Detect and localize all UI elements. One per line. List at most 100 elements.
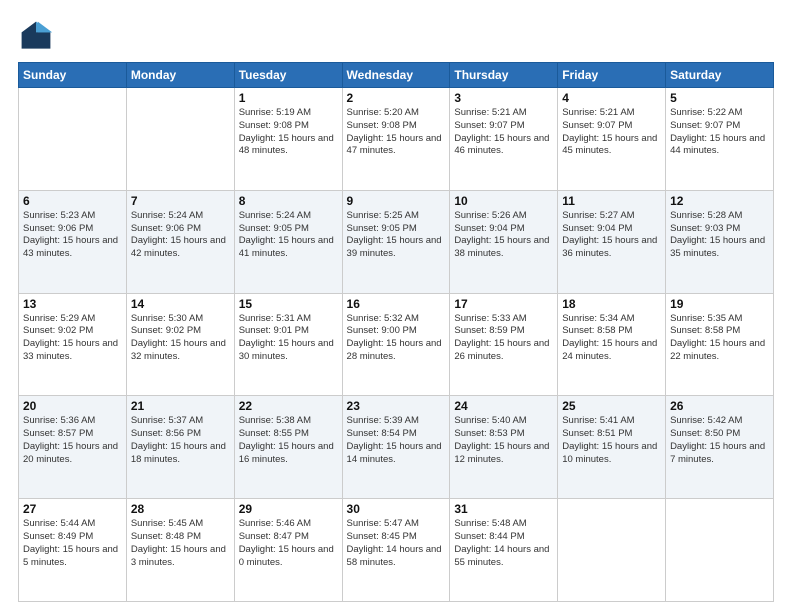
day-number: 22 bbox=[239, 399, 338, 413]
day-number: 18 bbox=[562, 297, 661, 311]
calendar-cell: 11Sunrise: 5:27 AM Sunset: 9:04 PM Dayli… bbox=[558, 190, 666, 293]
day-info: Sunrise: 5:44 AM Sunset: 8:49 PM Dayligh… bbox=[23, 518, 122, 569]
calendar-cell: 31 Sunrise: 5:48 AM Sunset: 8:44 PM Dayli… bbox=[450, 499, 558, 602]
calendar-header-row: SundayMondayTuesdayWednesdayThursdayFrid… bbox=[19, 63, 774, 88]
day-number: 15 bbox=[239, 297, 338, 311]
logo bbox=[18, 18, 58, 54]
day-info: Sunrise: 5:46 AM Sunset: 8:47 PM Dayligh… bbox=[239, 518, 338, 569]
week-row-3: 13 Sunrise: 5:29 AM Sunset: 9:02 PM Dayli… bbox=[19, 293, 774, 396]
day-number: 27 bbox=[23, 502, 122, 516]
day-info: Sunrise: 5:24 AM Sunset: 9:06 PM Dayligh… bbox=[131, 210, 230, 261]
calendar-cell: 3 Sunrise: 5:21 AM Sunset: 9:07 PM Daylig… bbox=[450, 88, 558, 191]
day-number: 3 bbox=[454, 91, 553, 105]
calendar-header-monday: Monday bbox=[126, 63, 234, 88]
day-info: Sunrise: 5:42 AM Sunset: 8:50 PM Dayligh… bbox=[670, 415, 769, 466]
calendar-cell: 8 Sunrise: 5:24 AM Sunset: 9:05 PM Daylig… bbox=[234, 190, 342, 293]
calendar-cell: 16 Sunrise: 5:32 AM Sunset: 9:00 PM Dayli… bbox=[342, 293, 450, 396]
day-number: 19 bbox=[670, 297, 769, 311]
day-number: 26 bbox=[670, 399, 769, 413]
calendar-header-wednesday: Wednesday bbox=[342, 63, 450, 88]
day-info: Sunrise: 5:40 AM Sunset: 8:53 PM Dayligh… bbox=[454, 415, 553, 466]
calendar-cell: 4 Sunrise: 5:21 AM Sunset: 9:07 PM Daylig… bbox=[558, 88, 666, 191]
day-info: Sunrise: 5:24 AM Sunset: 9:05 PM Dayligh… bbox=[239, 210, 338, 261]
day-info: Sunrise: 5:33 AM Sunset: 8:59 PM Dayligh… bbox=[454, 313, 553, 364]
day-number: 21 bbox=[131, 399, 230, 413]
calendar-cell: 27 Sunrise: 5:44 AM Sunset: 8:49 PM Dayli… bbox=[19, 499, 127, 602]
calendar-header-tuesday: Tuesday bbox=[234, 63, 342, 88]
day-info: Sunrise: 5:37 AM Sunset: 8:56 PM Dayligh… bbox=[131, 415, 230, 466]
calendar-cell: 23Sunrise: 5:39 AM Sunset: 8:54 PM Dayli… bbox=[342, 396, 450, 499]
day-number: 4 bbox=[562, 91, 661, 105]
day-number: 8 bbox=[239, 194, 338, 208]
day-info: Sunrise: 5:34 AM Sunset: 8:58 PM Dayligh… bbox=[562, 313, 661, 364]
calendar-cell: 10 Sunrise: 5:26 AM Sunset: 9:04 PM Dayli… bbox=[450, 190, 558, 293]
day-info: Sunrise: 5:38 AM Sunset: 8:55 PM Dayligh… bbox=[239, 415, 338, 466]
day-info: Sunrise: 5:29 AM Sunset: 9:02 PM Dayligh… bbox=[23, 313, 122, 364]
calendar-cell: 29 Sunrise: 5:46 AM Sunset: 8:47 PM Dayli… bbox=[234, 499, 342, 602]
calendar-cell: 24 Sunrise: 5:40 AM Sunset: 8:53 PM Dayli… bbox=[450, 396, 558, 499]
day-number: 13 bbox=[23, 297, 122, 311]
day-number: 31 bbox=[454, 502, 553, 516]
calendar-cell: 21 Sunrise: 5:37 AM Sunset: 8:56 PM Dayli… bbox=[126, 396, 234, 499]
day-info: Sunrise: 5:35 AM Sunset: 8:58 PM Dayligh… bbox=[670, 313, 769, 364]
calendar-cell: 1 Sunrise: 5:19 AM Sunset: 9:08 PM Daylig… bbox=[234, 88, 342, 191]
day-info: Sunrise: 5:21 AM Sunset: 9:07 PM Dayligh… bbox=[454, 107, 553, 158]
calendar-header-saturday: Saturday bbox=[666, 63, 774, 88]
day-info: Sunrise: 5:30 AM Sunset: 9:02 PM Dayligh… bbox=[131, 313, 230, 364]
calendar-header-friday: Friday bbox=[558, 63, 666, 88]
calendar-header-thursday: Thursday bbox=[450, 63, 558, 88]
day-info: Sunrise: 5:39 AM Sunset: 8:54 PM Dayligh… bbox=[347, 415, 446, 466]
calendar-cell bbox=[19, 88, 127, 191]
week-row-1: 1 Sunrise: 5:19 AM Sunset: 9:08 PM Daylig… bbox=[19, 88, 774, 191]
day-info: Sunrise: 5:25 AM Sunset: 9:05 PM Dayligh… bbox=[347, 210, 446, 261]
day-number: 6 bbox=[23, 194, 122, 208]
day-info: Sunrise: 5:48 AM Sunset: 8:44 PM Dayligh… bbox=[454, 518, 553, 569]
calendar-cell: 6 Sunrise: 5:23 AM Sunset: 9:06 PM Daylig… bbox=[19, 190, 127, 293]
calendar-cell: 9Sunrise: 5:25 AM Sunset: 9:05 PM Daylig… bbox=[342, 190, 450, 293]
week-row-4: 20 Sunrise: 5:36 AM Sunset: 8:57 PM Dayli… bbox=[19, 396, 774, 499]
day-number: 20 bbox=[23, 399, 122, 413]
day-info: Sunrise: 5:31 AM Sunset: 9:01 PM Dayligh… bbox=[239, 313, 338, 364]
day-info: Sunrise: 5:20 AM Sunset: 9:08 PM Dayligh… bbox=[347, 107, 446, 158]
day-number: 1 bbox=[239, 91, 338, 105]
day-number: 24 bbox=[454, 399, 553, 413]
day-info: Sunrise: 5:22 AM Sunset: 9:07 PM Dayligh… bbox=[670, 107, 769, 158]
calendar-cell: 17 Sunrise: 5:33 AM Sunset: 8:59 PM Dayli… bbox=[450, 293, 558, 396]
day-number: 12 bbox=[670, 194, 769, 208]
day-info: Sunrise: 5:45 AM Sunset: 8:48 PM Dayligh… bbox=[131, 518, 230, 569]
day-info: Sunrise: 5:47 AM Sunset: 8:45 PM Dayligh… bbox=[347, 518, 446, 569]
calendar-table: SundayMondayTuesdayWednesdayThursdayFrid… bbox=[18, 62, 774, 602]
day-number: 17 bbox=[454, 297, 553, 311]
calendar-cell: 28 Sunrise: 5:45 AM Sunset: 8:48 PM Dayli… bbox=[126, 499, 234, 602]
calendar-cell bbox=[126, 88, 234, 191]
calendar-cell: 22 Sunrise: 5:38 AM Sunset: 8:55 PM Dayli… bbox=[234, 396, 342, 499]
day-info: Sunrise: 5:23 AM Sunset: 9:06 PM Dayligh… bbox=[23, 210, 122, 261]
day-number: 25 bbox=[562, 399, 661, 413]
day-number: 2 bbox=[347, 91, 446, 105]
day-info: Sunrise: 5:41 AM Sunset: 8:51 PM Dayligh… bbox=[562, 415, 661, 466]
day-number: 16 bbox=[347, 297, 446, 311]
header bbox=[18, 18, 774, 54]
day-number: 28 bbox=[131, 502, 230, 516]
calendar-header-sunday: Sunday bbox=[19, 63, 127, 88]
calendar-cell: 30 Sunrise: 5:47 AM Sunset: 8:45 PM Dayli… bbox=[342, 499, 450, 602]
calendar-cell: 26 Sunrise: 5:42 AM Sunset: 8:50 PM Dayli… bbox=[666, 396, 774, 499]
day-info: Sunrise: 5:32 AM Sunset: 9:00 PM Dayligh… bbox=[347, 313, 446, 364]
day-number: 10 bbox=[454, 194, 553, 208]
day-number: 30 bbox=[347, 502, 446, 516]
day-info: Sunrise: 5:36 AM Sunset: 8:57 PM Dayligh… bbox=[23, 415, 122, 466]
day-info: Sunrise: 5:26 AM Sunset: 9:04 PM Dayligh… bbox=[454, 210, 553, 261]
logo-icon bbox=[18, 18, 54, 54]
calendar-cell: 18 Sunrise: 5:34 AM Sunset: 8:58 PM Dayli… bbox=[558, 293, 666, 396]
week-row-2: 6 Sunrise: 5:23 AM Sunset: 9:06 PM Daylig… bbox=[19, 190, 774, 293]
calendar-cell: 7 Sunrise: 5:24 AM Sunset: 9:06 PM Daylig… bbox=[126, 190, 234, 293]
day-info: Sunrise: 5:19 AM Sunset: 9:08 PM Dayligh… bbox=[239, 107, 338, 158]
day-number: 29 bbox=[239, 502, 338, 516]
calendar-cell: 15 Sunrise: 5:31 AM Sunset: 9:01 PM Dayli… bbox=[234, 293, 342, 396]
day-number: 7 bbox=[131, 194, 230, 208]
day-info: Sunrise: 5:21 AM Sunset: 9:07 PM Dayligh… bbox=[562, 107, 661, 158]
calendar-cell: 19 Sunrise: 5:35 AM Sunset: 8:58 PM Dayli… bbox=[666, 293, 774, 396]
day-info: Sunrise: 5:28 AM Sunset: 9:03 PM Dayligh… bbox=[670, 210, 769, 261]
day-info: Sunrise: 5:27 AM Sunset: 9:04 PM Dayligh… bbox=[562, 210, 661, 261]
calendar-cell: 20 Sunrise: 5:36 AM Sunset: 8:57 PM Dayli… bbox=[19, 396, 127, 499]
